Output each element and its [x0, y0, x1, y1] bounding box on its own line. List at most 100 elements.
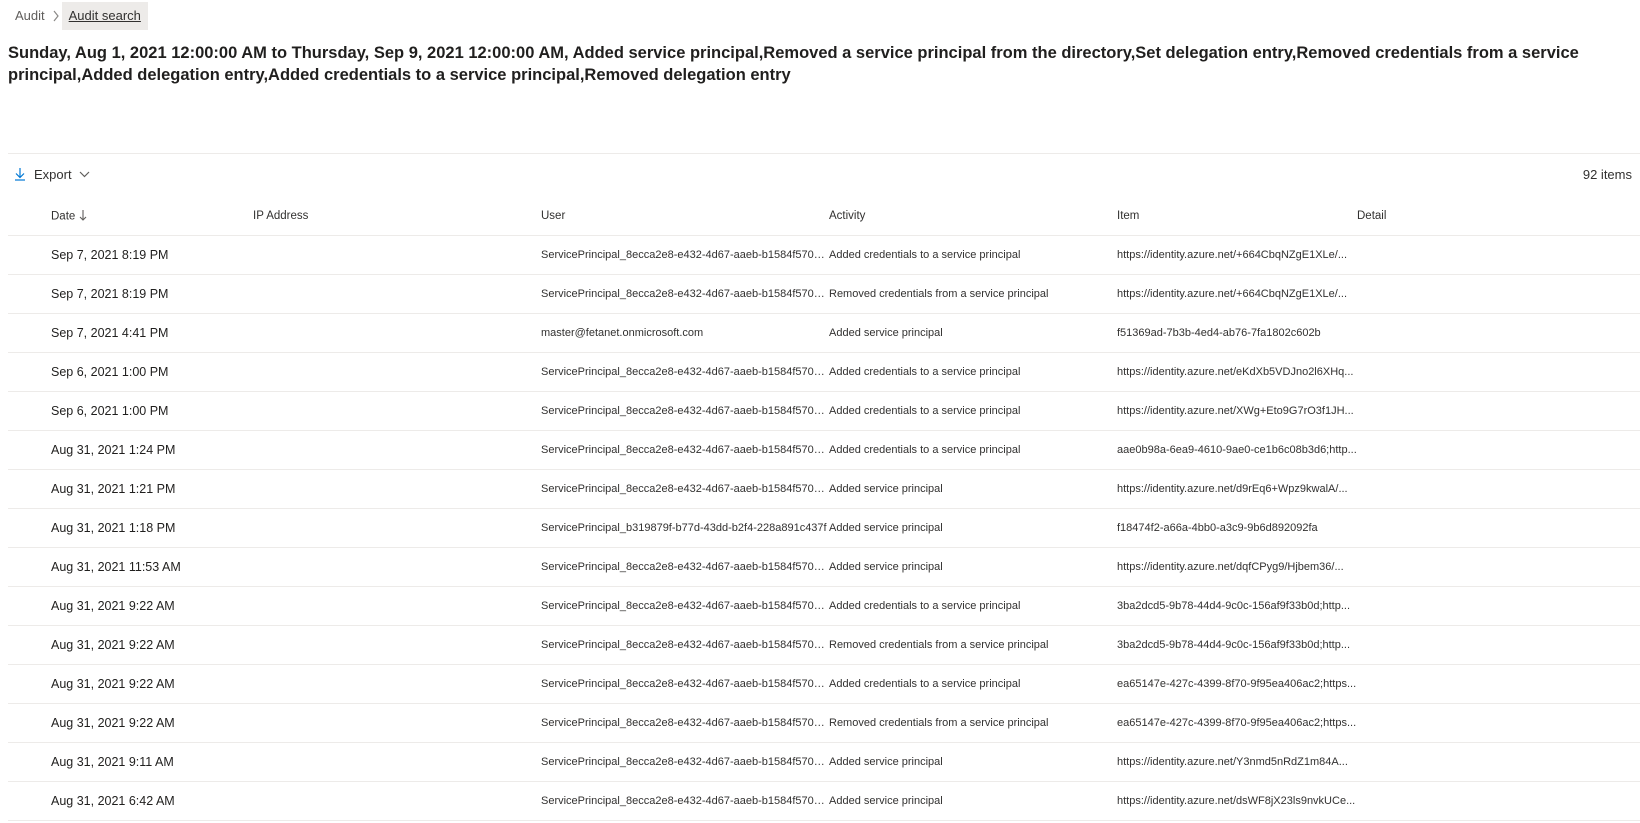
- user-cell: ServicePrincipal_8ecca2e8-e432-4d67-aaeb…: [541, 391, 829, 431]
- column-header-ip-address[interactable]: IP Address: [253, 197, 541, 236]
- item-cell: ea65147e-427c-4399-8f70-9f95ea406ac2;htt…: [1117, 703, 1357, 743]
- breadcrumb-item-audit-search[interactable]: Audit search: [61, 2, 148, 30]
- table-row[interactable]: Sep 7, 2021 4:41 PM master@fetanet.onmicr…: [8, 313, 1640, 353]
- table-row[interactable]: Sep 7, 2021 8:19 PM ServicePrincipal_8ecc…: [8, 274, 1640, 314]
- date-cell: Aug 31, 2021 6:42 AM: [8, 781, 253, 821]
- table-row[interactable]: Aug 31, 2021 1:18 PM ServicePrincipal_b31…: [8, 508, 1640, 548]
- detail-cell: [1357, 664, 1640, 704]
- activity-cell: Added credentials to a service principal: [829, 586, 1117, 626]
- detail-cell: [1357, 625, 1640, 665]
- column-header-date[interactable]: Date: [8, 197, 253, 236]
- chevron-down-icon: [79, 171, 90, 178]
- activity-cell: Added service principal: [829, 508, 1117, 548]
- column-header-activity[interactable]: Activity: [829, 197, 1117, 236]
- table-row[interactable]: Aug 31, 2021 9:22 AM ServicePrincipal_8ec…: [8, 664, 1640, 704]
- user-cell: ServicePrincipal_8ecca2e8-e432-4d67-aaeb…: [541, 430, 829, 470]
- user-cell: ServicePrincipal_8ecca2e8-e432-4d67-aaeb…: [541, 625, 829, 665]
- export-label: Export: [34, 166, 72, 182]
- table-row[interactable]: Aug 31, 2021 11:53 AM ServicePrincipal_8e…: [8, 547, 1640, 587]
- date-cell: Aug 31, 2021 9:22 AM: [8, 586, 253, 626]
- table-row[interactable]: Aug 31, 2021 9:22 AM ServicePrincipal_8ec…: [8, 586, 1640, 626]
- table-row[interactable]: Aug 31, 2021 9:11 AM ServicePrincipal_8ec…: [8, 742, 1640, 782]
- breadcrumb-item-audit[interactable]: Audit: [8, 2, 52, 30]
- ip-address-cell: [253, 625, 541, 665]
- ip-address-cell: [253, 781, 541, 821]
- detail-cell: [1357, 430, 1640, 470]
- audit-results-table: Date IP Address User Activity Item Detai…: [8, 197, 1640, 821]
- date-cell: Aug 31, 2021 9:22 AM: [8, 703, 253, 743]
- date-cell: Aug 31, 2021 9:11 AM: [8, 742, 253, 782]
- table-row[interactable]: Sep 6, 2021 1:00 PM ServicePrincipal_8ecc…: [8, 391, 1640, 431]
- table-row[interactable]: Sep 7, 2021 8:19 PM ServicePrincipal_8ecc…: [8, 235, 1640, 275]
- item-cell: https://identity.azure.net/XWg+Eto9G7rO3…: [1117, 391, 1357, 431]
- detail-cell: [1357, 274, 1640, 314]
- date-cell: Aug 31, 2021 11:53 AM: [8, 547, 253, 587]
- item-cell: 3ba2dcd5-9b78-44d4-9c0c-156af9f33b0d;htt…: [1117, 625, 1357, 665]
- activity-cell: Added credentials to a service principal: [829, 235, 1117, 275]
- user-cell: ServicePrincipal_8ecca2e8-e432-4d67-aaeb…: [541, 235, 829, 275]
- ip-address-cell: [253, 586, 541, 626]
- breadcrumb: Audit Audit search: [8, 2, 148, 30]
- item-cell: https://identity.azure.net/dqfCPyg9/Hjbe…: [1117, 547, 1357, 587]
- date-cell: Aug 31, 2021 9:22 AM: [8, 625, 253, 665]
- user-cell: master@fetanet.onmicrosoft.com: [541, 313, 829, 353]
- item-cell: https://identity.azure.net/+664CbqNZgE1X…: [1117, 235, 1357, 275]
- detail-cell: [1357, 352, 1640, 392]
- user-cell: ServicePrincipal_8ecca2e8-e432-4d67-aaeb…: [541, 781, 829, 821]
- download-arrow-icon: [14, 167, 26, 181]
- ip-address-cell: [253, 469, 541, 509]
- activity-cell: Added service principal: [829, 469, 1117, 509]
- item-cell: https://identity.azure.net/Y3nmd5nRdZ1m8…: [1117, 742, 1357, 782]
- chevron-right-icon: [52, 10, 62, 22]
- activity-cell: Added service principal: [829, 547, 1117, 587]
- item-cell: https://identity.azure.net/d9rEq6+Wpz9kw…: [1117, 469, 1357, 509]
- activity-cell: Removed credentials from a service princ…: [829, 274, 1117, 314]
- item-cell: https://identity.azure.net/dsWF8jX23ls9n…: [1117, 781, 1357, 821]
- ip-address-cell: [253, 508, 541, 548]
- detail-cell: [1357, 391, 1640, 431]
- ip-address-cell: [253, 352, 541, 392]
- ip-address-cell: [253, 274, 541, 314]
- export-button[interactable]: Export: [8, 160, 96, 188]
- activity-cell: Removed credentials from a service princ…: [829, 703, 1117, 743]
- user-cell: ServicePrincipal_8ecca2e8-e432-4d67-aaeb…: [541, 469, 829, 509]
- table-row[interactable]: Aug 31, 2021 9:22 AM ServicePrincipal_8ec…: [8, 625, 1640, 665]
- table-row[interactable]: Sep 6, 2021 1:00 PM ServicePrincipal_8ecc…: [8, 352, 1640, 392]
- item-cell: 3ba2dcd5-9b78-44d4-9c0c-156af9f33b0d;htt…: [1117, 586, 1357, 626]
- detail-cell: [1357, 742, 1640, 782]
- table-row[interactable]: Aug 31, 2021 1:21 PM ServicePrincipal_8ec…: [8, 469, 1640, 509]
- ip-address-cell: [253, 742, 541, 782]
- detail-cell: [1357, 703, 1640, 743]
- ip-address-cell: [253, 703, 541, 743]
- table-row[interactable]: Aug 31, 2021 9:22 AM ServicePrincipal_8ec…: [8, 703, 1640, 743]
- activity-cell: Added credentials to a service principal: [829, 430, 1117, 470]
- table-row[interactable]: Aug 31, 2021 6:42 AM ServicePrincipal_8ec…: [8, 781, 1640, 821]
- column-header-user[interactable]: User: [541, 197, 829, 236]
- date-cell: Aug 31, 2021 1:21 PM: [8, 469, 253, 509]
- ip-address-cell: [253, 313, 541, 353]
- column-header-item[interactable]: Item: [1117, 197, 1357, 236]
- detail-cell: [1357, 781, 1640, 821]
- divider: [8, 153, 1640, 154]
- detail-cell: [1357, 469, 1640, 509]
- detail-cell: [1357, 508, 1640, 548]
- item-cell: https://identity.azure.net/+664CbqNZgE1X…: [1117, 274, 1357, 314]
- activity-cell: Removed credentials from a service princ…: [829, 625, 1117, 665]
- date-cell: Aug 31, 2021 1:24 PM: [8, 430, 253, 470]
- item-cell: aae0b98a-6ea9-4610-9ae0-ce1b6c08b3d6;htt…: [1117, 430, 1357, 470]
- arrow-down-icon: [79, 209, 87, 224]
- user-cell: ServicePrincipal_8ecca2e8-e432-4d67-aaeb…: [541, 352, 829, 392]
- date-cell: Aug 31, 2021 1:18 PM: [8, 508, 253, 548]
- item-cell: f18474f2-a66a-4bb0-a3c9-9b6d892092fa: [1117, 508, 1357, 548]
- ip-address-cell: [253, 391, 541, 431]
- table-body: Sep 7, 2021 8:19 PM ServicePrincipal_8ecc…: [8, 235, 1640, 821]
- table-row[interactable]: Aug 31, 2021 1:24 PM ServicePrincipal_8ec…: [8, 430, 1640, 470]
- table-header-row: Date IP Address User Activity Item Detai…: [8, 197, 1640, 236]
- ip-address-cell: [253, 235, 541, 275]
- activity-cell: Added credentials to a service principal: [829, 352, 1117, 392]
- date-cell: Sep 7, 2021 4:41 PM: [8, 313, 253, 353]
- item-count: 92 items: [1582, 166, 1632, 182]
- activity-cell: Added service principal: [829, 781, 1117, 821]
- toolbar: Export 92 items: [8, 160, 1632, 188]
- column-header-detail[interactable]: Detail: [1357, 197, 1640, 236]
